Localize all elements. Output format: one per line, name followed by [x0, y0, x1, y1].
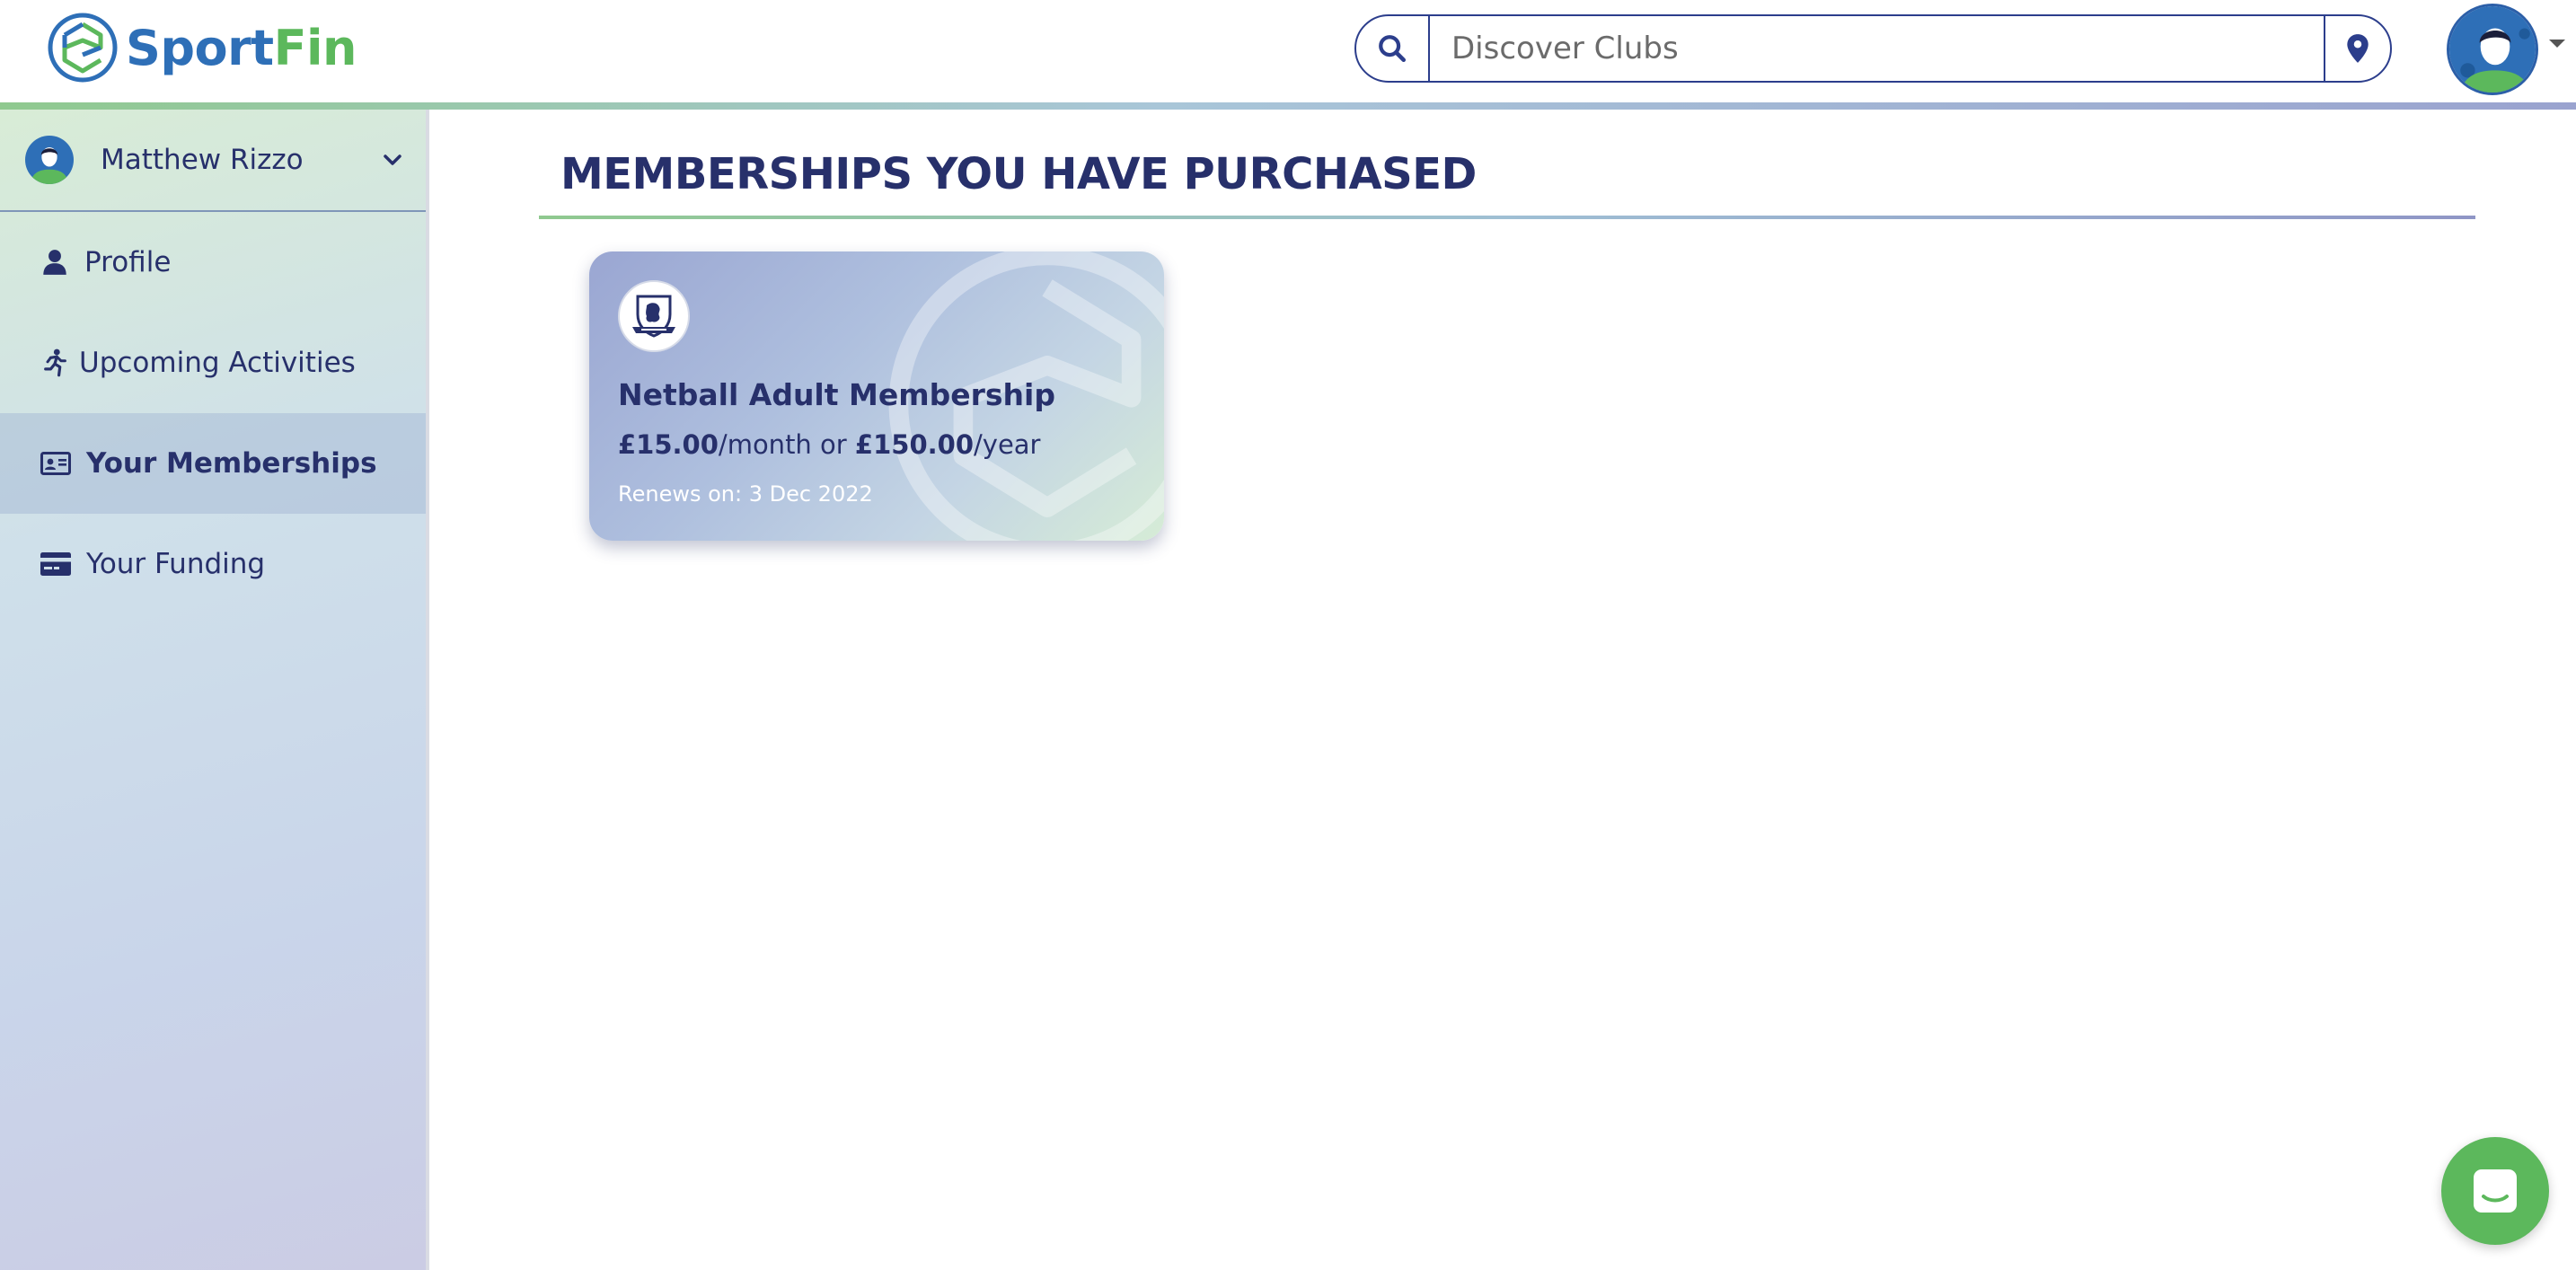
sidebar: Matthew Rizzo Profile Upcoming Activitie…	[0, 110, 429, 1270]
yearly-price: £150.00	[854, 429, 975, 460]
club-search-bar	[1354, 14, 2392, 83]
top-bar: SportFin	[0, 0, 2576, 102]
sidebar-item-label: Upcoming Activities	[79, 347, 356, 379]
chat-icon	[2474, 1169, 2517, 1213]
membership-name: Netball Adult Membership	[618, 377, 1055, 412]
sportfin-logo-mark-icon	[48, 13, 118, 83]
logo-text-sport: Sport	[126, 19, 274, 76]
membership-price: £15.00/month or £150.00/year	[618, 429, 1040, 460]
search-button[interactable]	[1356, 16, 1430, 81]
person-icon	[43, 250, 66, 275]
map-pin-icon	[2347, 34, 2369, 63]
avatar-icon	[2449, 6, 2536, 93]
club-crest-logo	[618, 280, 690, 352]
search-icon	[1379, 35, 1407, 63]
header-divider	[0, 102, 2576, 110]
sidebar-item-label: Your Memberships	[86, 447, 377, 480]
sidebar-item-profile[interactable]: Profile	[0, 212, 426, 313]
chevron-down-icon	[384, 154, 401, 165]
monthly-suffix: /month or	[718, 429, 855, 460]
yearly-suffix: /year	[974, 429, 1041, 460]
running-icon	[44, 348, 66, 377]
credit-card-icon	[40, 552, 71, 576]
logo-text-fin: Fin	[273, 19, 357, 76]
sidebar-item-label: Profile	[84, 246, 172, 278]
logo-text: SportFin	[126, 20, 357, 76]
avatar-icon	[25, 136, 74, 184]
chat-launcher-button[interactable]	[2441, 1137, 2549, 1245]
lion-shield-icon	[632, 295, 675, 338]
title-divider	[539, 216, 2475, 219]
renewal-date: Renews on: 3 Dec 2022	[618, 481, 873, 507]
sidebar-user-name: Matthew Rizzo	[101, 144, 304, 176]
sidebar-item-label: Your Funding	[86, 548, 266, 580]
caret-down-icon[interactable]	[2547, 38, 2567, 50]
search-input[interactable]	[1430, 16, 2324, 81]
sidebar-item-your-memberships[interactable]: Your Memberships	[0, 413, 426, 514]
sportfin-logo[interactable]: SportFin	[47, 11, 357, 84]
sidebar-item-upcoming-activities[interactable]: Upcoming Activities	[0, 313, 426, 413]
sidebar-avatar	[25, 136, 74, 184]
page-title: MEMBERSHIPS YOU HAVE PURCHASED	[560, 149, 1477, 199]
sidebar-item-your-funding[interactable]: Your Funding	[0, 514, 426, 614]
membership-card[interactable]: Netball Adult Membership £15.00/month or…	[589, 251, 1164, 541]
sidebar-user-switcher[interactable]: Matthew Rizzo	[0, 110, 426, 212]
user-avatar-menu[interactable]	[2447, 4, 2538, 95]
id-card-icon	[40, 452, 71, 475]
monthly-price: £15.00	[618, 429, 719, 460]
location-button[interactable]	[2324, 16, 2390, 81]
